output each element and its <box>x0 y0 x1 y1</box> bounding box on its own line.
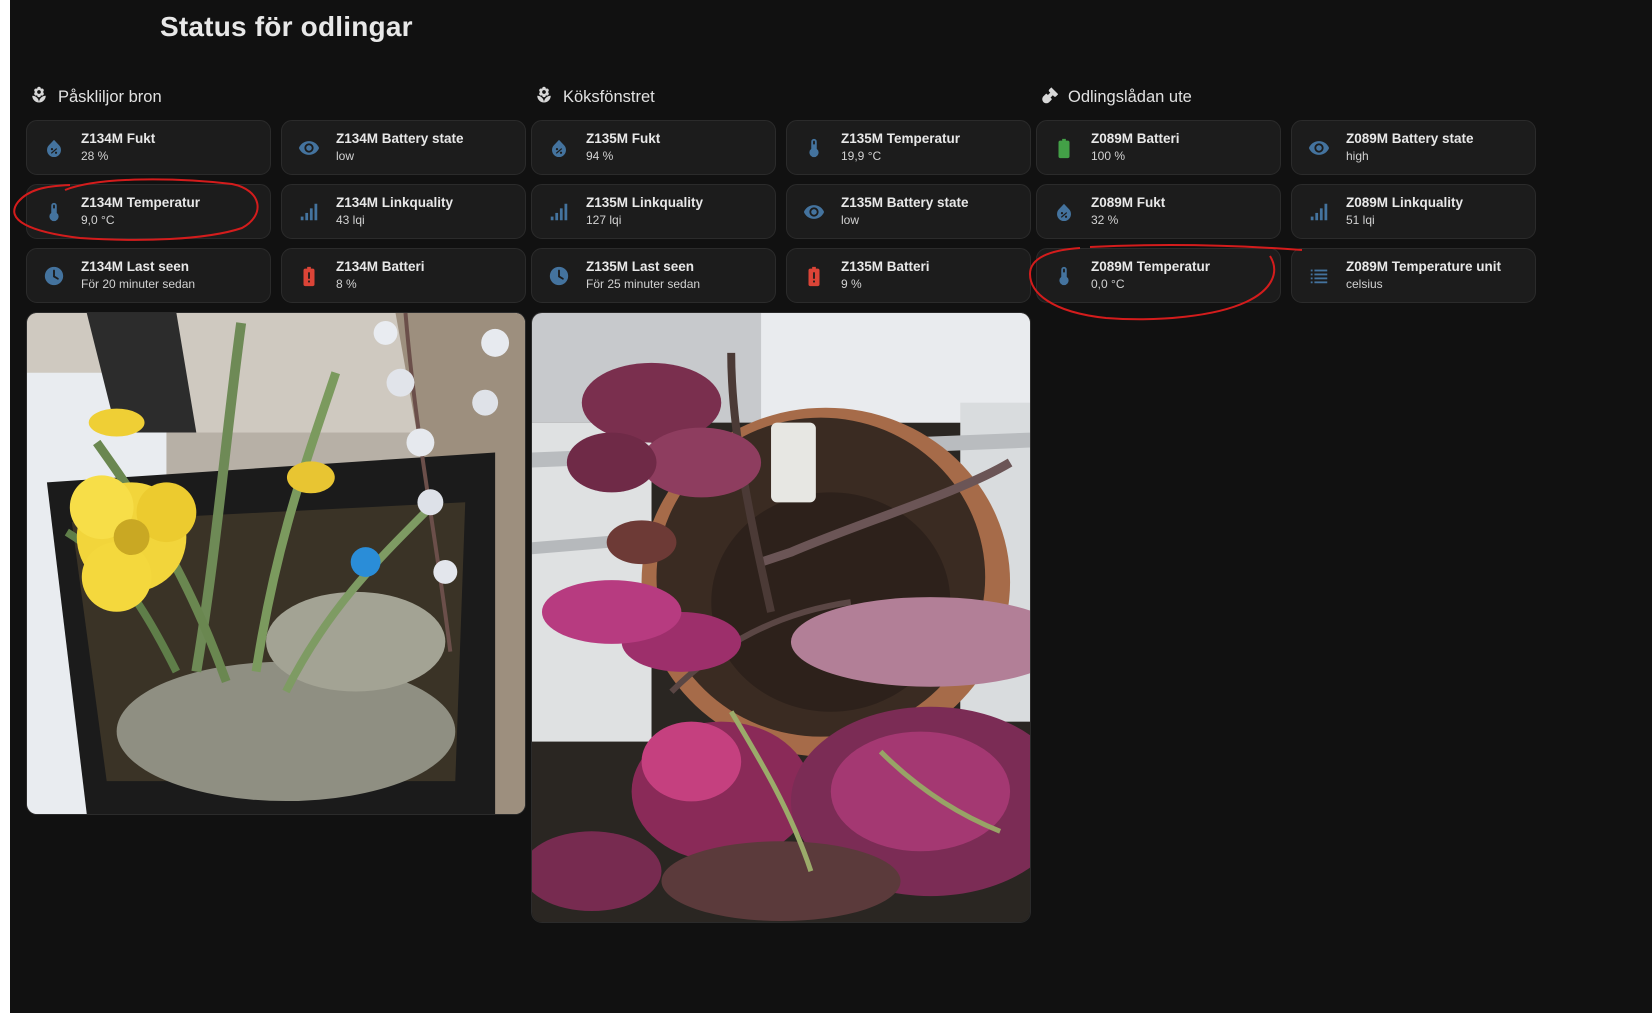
battery-alert-icon <box>787 265 841 287</box>
battery-full-icon <box>1037 137 1091 159</box>
tile-name: Z089M Temperature unit <box>1346 259 1502 275</box>
tile-z134m-fukt[interactable]: Z134M Fukt 28 % <box>26 120 271 175</box>
thermometer-icon <box>1037 265 1091 287</box>
tile-z089m-battery-state[interactable]: Z089M Battery state high <box>1291 120 1536 175</box>
flower-icon <box>535 86 553 109</box>
entity-grid: Z089M Batteri 100 % Z089M Battery state hi… <box>1036 120 1536 303</box>
tile-name: Z089M Fukt <box>1091 195 1166 211</box>
card-header: Odlingslådan ute <box>1036 84 1536 110</box>
clock-icon <box>532 265 586 287</box>
tile-name: Z134M Battery state <box>336 131 464 147</box>
tile-state: 100 % <box>1091 149 1126 164</box>
eye-icon <box>282 137 336 159</box>
tile-state: 51 lqi <box>1346 213 1375 228</box>
tile-state: 0,0 °C <box>1091 277 1125 292</box>
tile-name: Z134M Linkquality <box>336 195 454 211</box>
tile-name: Z089M Batteri <box>1091 131 1180 147</box>
card-title: Påskliljor bron <box>58 87 162 106</box>
eye-icon <box>787 201 841 223</box>
tile-state: 19,9 °C <box>841 149 882 164</box>
card-odlingsladan-ute: Odlingslådan ute Z089M Batteri 100 % Z089… <box>1036 84 1536 303</box>
tile-name: Z135M Last seen <box>586 259 695 275</box>
daffodil-planter-photo <box>26 312 526 815</box>
thermometer-icon <box>787 137 841 159</box>
tile-name: Z135M Battery state <box>841 195 969 211</box>
tile-state: 43 lqi <box>336 213 365 228</box>
tile-name: Z089M Temperatur <box>1091 259 1211 275</box>
tile-z135m-battery-state[interactable]: Z135M Battery state low <box>786 184 1031 239</box>
entity-grid: Z135M Fukt 94 % Z135M Temperatur 19,9 °C Z… <box>531 120 1031 303</box>
list-icon <box>1292 265 1346 287</box>
tile-state: 28 % <box>81 149 109 164</box>
tile-z089m-linkquality[interactable]: Z089M Linkquality 51 lqi <box>1291 184 1536 239</box>
tile-name: Z089M Linkquality <box>1346 195 1464 211</box>
tile-state: low <box>336 149 355 164</box>
tile-z135m-batteri[interactable]: Z135M Batteri 9 % <box>786 248 1031 303</box>
tile-state: 8 % <box>336 277 357 292</box>
water-percent-icon <box>1037 201 1091 223</box>
tile-z135m-last-seen[interactable]: Z135M Last seen För 25 minuter sedan <box>531 248 776 303</box>
tile-z135m-fukt[interactable]: Z135M Fukt 94 % <box>531 120 776 175</box>
tile-z089m-fukt[interactable]: Z089M Fukt 32 % <box>1036 184 1281 239</box>
signal-icon <box>532 201 586 223</box>
tile-state: 9,0 °C <box>81 213 115 228</box>
tile-name: Z089M Battery state <box>1346 131 1474 147</box>
signal-icon <box>1292 201 1346 223</box>
coleus-pot-photo <box>531 312 1031 923</box>
tile-z134m-batteri[interactable]: Z134M Batteri 8 % <box>281 248 526 303</box>
tile-name: Z134M Last seen <box>81 259 190 275</box>
entity-grid: Z134M Fukt 28 % Z134M Battery state low Z1… <box>26 120 526 303</box>
battery-alert-icon <box>282 265 336 287</box>
tile-z134m-battery-state[interactable]: Z134M Battery state low <box>281 120 526 175</box>
tile-name: Z135M Fukt <box>586 131 661 147</box>
tile-name: Z134M Fukt <box>81 131 156 147</box>
tile-state: 127 lqi <box>586 213 622 228</box>
card-title: Köksfönstret <box>563 87 655 106</box>
eye-icon <box>1292 137 1346 159</box>
tile-name: Z134M Batteri <box>336 259 425 275</box>
tile-z134m-linkquality[interactable]: Z134M Linkquality 43 lqi <box>281 184 526 239</box>
dashboard: Status för odlingar Påskliljor bron Z134… <box>10 0 1652 1013</box>
water-percent-icon <box>532 137 586 159</box>
flower-icon <box>30 86 48 109</box>
thermometer-icon <box>27 201 81 223</box>
tile-state: 94 % <box>586 149 614 164</box>
tile-name: Z135M Temperatur <box>841 131 961 147</box>
tile-name: Z135M Batteri <box>841 259 930 275</box>
tile-state: 9 % <box>841 277 862 292</box>
tile-z135m-temperatur[interactable]: Z135M Temperatur 19,9 °C <box>786 120 1031 175</box>
tile-state: low <box>841 213 860 228</box>
tile-name: Z134M Temperatur <box>81 195 201 211</box>
card-paskliljor-bron: Påskliljor bron Z134M Fukt 28 % Z134M Bat… <box>26 84 526 815</box>
tile-z089m-temperatur[interactable]: Z089M Temperatur 0,0 °C <box>1036 248 1281 303</box>
water-percent-icon <box>27 137 81 159</box>
tile-z089m-temperature-unit[interactable]: Z089M Temperature unit celsius <box>1291 248 1536 303</box>
tile-state: celsius <box>1346 277 1383 292</box>
card-header: Påskliljor bron <box>26 84 526 110</box>
card-title: Odlingslådan ute <box>1068 87 1192 106</box>
shovel-icon <box>1040 86 1059 109</box>
tile-z134m-temperatur[interactable]: Z134M Temperatur 9,0 °C <box>26 184 271 239</box>
card-header: Köksfönstret <box>531 84 1031 110</box>
signal-icon <box>282 201 336 223</box>
tile-state: high <box>1346 149 1369 164</box>
tile-z089m-batteri[interactable]: Z089M Batteri 100 % <box>1036 120 1281 175</box>
tile-state: För 20 minuter sedan <box>81 277 196 292</box>
clock-icon <box>27 265 81 287</box>
tile-z135m-linkquality[interactable]: Z135M Linkquality 127 lqi <box>531 184 776 239</box>
card-koksfonstret: Köksfönstret Z135M Fukt 94 % Z135M Temper… <box>531 84 1031 923</box>
tile-name: Z135M Linkquality <box>586 195 704 211</box>
tile-state: För 25 minuter sedan <box>586 277 701 292</box>
page-title: Status för odlingar <box>160 11 413 42</box>
tile-z134m-last-seen[interactable]: Z134M Last seen För 20 minuter sedan <box>26 248 271 303</box>
tile-state: 32 % <box>1091 213 1119 228</box>
